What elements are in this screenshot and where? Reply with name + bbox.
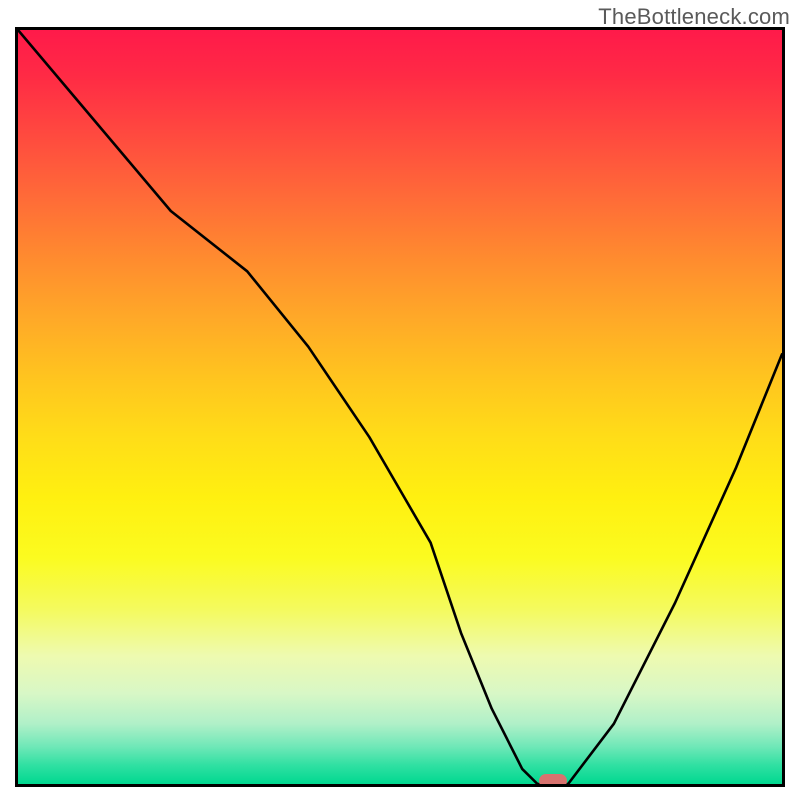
optimal-marker [539,774,567,787]
watermark-text: TheBottleneck.com [598,4,790,30]
bottleneck-curve [18,30,782,784]
plot-area [15,27,785,787]
chart-container: TheBottleneck.com [0,0,800,800]
curve-svg [18,30,782,784]
